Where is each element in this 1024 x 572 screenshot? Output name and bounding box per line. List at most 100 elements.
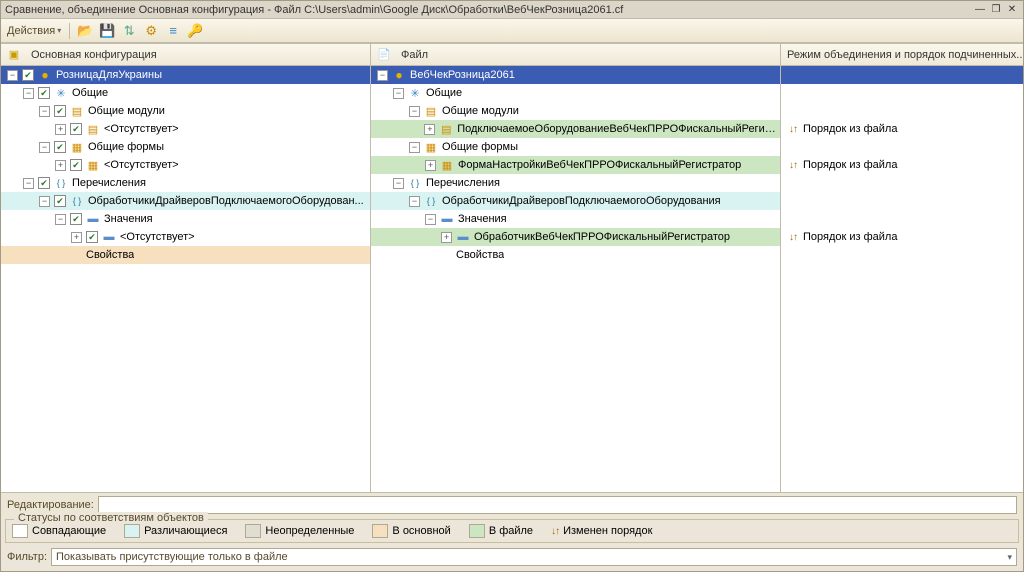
tree-row[interactable]: −ОбработчикиДрайверовПодключаемогоОборуд… bbox=[1, 192, 370, 210]
expand-toggle[interactable]: − bbox=[7, 70, 18, 81]
expand-toggle[interactable]: − bbox=[39, 142, 50, 153]
star-icon bbox=[408, 86, 422, 100]
checkbox[interactable] bbox=[70, 213, 82, 225]
tree-row[interactable]: −Перечисления bbox=[371, 174, 780, 192]
expand-toggle[interactable]: + bbox=[424, 124, 435, 135]
tree-row[interactable]: Свойства bbox=[1, 246, 370, 264]
key-button[interactable]: 🔑 bbox=[186, 22, 204, 40]
tree-row[interactable]: −Общие формы bbox=[1, 138, 370, 156]
checkbox[interactable] bbox=[38, 87, 50, 99]
expand-toggle[interactable]: + bbox=[441, 232, 452, 243]
order-label: Порядок из файла bbox=[803, 231, 897, 243]
tree-row[interactable]: − Перечисления bbox=[1, 174, 370, 192]
tree-row[interactable]: −Общие формы bbox=[371, 138, 780, 156]
compare-merge-window: Сравнение, объединение Основная конфигур… bbox=[0, 0, 1024, 572]
close-button[interactable]: ✕ bbox=[1005, 3, 1019, 17]
expand-toggle[interactable]: − bbox=[393, 178, 404, 189]
expand-toggle[interactable]: − bbox=[39, 106, 50, 117]
order-row[interactable] bbox=[781, 210, 1023, 228]
order-row[interactable] bbox=[781, 138, 1023, 156]
open-folder-button[interactable]: 📂 bbox=[76, 22, 94, 40]
tree-row[interactable]: + <Отсутствует> bbox=[1, 228, 370, 246]
order-row[interactable]: Порядок из файла bbox=[781, 228, 1023, 246]
tree-row[interactable]: +ФормаНастройкиВебЧекПРРОФискальныйРегис… bbox=[371, 156, 780, 174]
left-tree[interactable]: −РозницаДляУкраины−Общие−Общие модули + <О… bbox=[1, 66, 370, 492]
legend-matching: Совпадающие bbox=[12, 524, 106, 538]
tree-row[interactable]: +<Отсутствует> bbox=[1, 120, 370, 138]
tree-row[interactable]: −РозницаДляУкраины bbox=[1, 66, 370, 84]
checkbox[interactable] bbox=[54, 105, 66, 117]
maximize-button[interactable]: ❐ bbox=[989, 3, 1003, 17]
filter-button[interactable]: ≡ bbox=[164, 22, 182, 40]
checkbox[interactable] bbox=[86, 231, 98, 243]
tree-row[interactable]: Свойства bbox=[371, 246, 780, 264]
filter-select[interactable]: Показывать присутствующие только в файле… bbox=[51, 548, 1017, 566]
mode-column-title: Режим объединения и порядок подчиненных.… bbox=[787, 49, 1023, 61]
expand-toggle[interactable]: − bbox=[23, 88, 34, 99]
tree-row[interactable]: + ОбработчикВебЧекПРРОФискальныйРегистрат… bbox=[371, 228, 780, 246]
tree-row[interactable]: −Общие bbox=[1, 84, 370, 102]
expand-toggle[interactable]: + bbox=[55, 160, 66, 171]
node-label: Значения bbox=[458, 213, 507, 225]
right-column-header[interactable]: Файл bbox=[371, 44, 780, 66]
node-label: <Отсутствует> bbox=[104, 159, 179, 171]
tree-row[interactable]: −Общие модули bbox=[371, 102, 780, 120]
checkbox[interactable] bbox=[54, 141, 66, 153]
expand-toggle[interactable]: − bbox=[55, 214, 66, 225]
save-button[interactable]: 💾 bbox=[98, 22, 116, 40]
expand-toggle[interactable]: + bbox=[55, 124, 66, 135]
order-row[interactable] bbox=[781, 174, 1023, 192]
minimize-button[interactable]: — bbox=[973, 3, 987, 17]
order-row[interactable] bbox=[781, 246, 1023, 264]
checkbox[interactable] bbox=[54, 195, 66, 207]
left-column: Основная конфигурация −РозницаДляУкраины… bbox=[1, 44, 371, 492]
order-row[interactable] bbox=[781, 102, 1023, 120]
tree-row[interactable]: −Значения bbox=[1, 210, 370, 228]
edit-input[interactable] bbox=[98, 496, 1017, 514]
order-arrows-icon bbox=[789, 159, 797, 171]
expand-toggle[interactable]: − bbox=[409, 106, 420, 117]
left-column-header[interactable]: Основная конфигурация bbox=[1, 44, 370, 66]
order-row[interactable] bbox=[781, 84, 1023, 102]
left-column-title: Основная конфигурация bbox=[31, 49, 157, 61]
tree-row[interactable]: −Общие bbox=[371, 84, 780, 102]
status-legend: Статусы по соответствиям объектов Совпад… bbox=[5, 519, 1019, 543]
order-row[interactable] bbox=[781, 66, 1023, 84]
checkbox[interactable] bbox=[38, 177, 50, 189]
actions-menu[interactable]: Действия ▾ bbox=[5, 25, 63, 37]
expand-toggle[interactable]: − bbox=[409, 196, 420, 207]
node-label: <Отсутствует> bbox=[120, 231, 195, 243]
mode-column-header[interactable]: Режим объединения и порядок подчиненных.… bbox=[781, 44, 1023, 66]
expand-toggle[interactable]: − bbox=[409, 142, 420, 153]
node-label: Перечисления bbox=[72, 177, 146, 189]
order-row[interactable]: Порядок из файла bbox=[781, 156, 1023, 174]
expand-toggle[interactable]: + bbox=[425, 160, 436, 171]
compare-button[interactable]: ⇅ bbox=[120, 22, 138, 40]
expand-toggle[interactable]: − bbox=[393, 88, 404, 99]
checkbox[interactable] bbox=[22, 69, 34, 81]
mode-tree[interactable]: Порядок из файла Порядок из файла Порядок … bbox=[781, 66, 1023, 492]
node-label: ПодключаемоеОборудованиеВебЧекПРРОФискал… bbox=[457, 123, 776, 135]
tree-row[interactable]: −Общие модули bbox=[1, 102, 370, 120]
expand-toggle[interactable]: + bbox=[71, 232, 82, 243]
brace-icon bbox=[408, 176, 422, 190]
expand-toggle[interactable]: − bbox=[425, 214, 436, 225]
brace-icon bbox=[424, 194, 438, 208]
expand-toggle[interactable]: − bbox=[377, 70, 388, 81]
checkbox[interactable] bbox=[70, 159, 82, 171]
filter-bar: Фильтр: Показывать присутствующие только… bbox=[1, 545, 1023, 571]
tree-row[interactable]: − Значения bbox=[371, 210, 780, 228]
tree-row[interactable]: + <Отсутствует> bbox=[1, 156, 370, 174]
checkbox[interactable] bbox=[70, 123, 82, 135]
form-icon bbox=[440, 158, 454, 172]
right-tree[interactable]: −ВебЧекРозница2061−Общие−Общие модули + По… bbox=[371, 66, 780, 492]
order-row[interactable]: Порядок из файла bbox=[781, 120, 1023, 138]
expand-toggle[interactable]: − bbox=[23, 178, 34, 189]
expand-toggle[interactable]: − bbox=[39, 196, 50, 207]
node-label: ОбработчикВебЧекПРРОФискальныйРегистрато… bbox=[474, 231, 730, 243]
tree-row[interactable]: + ПодключаемоеОборудованиеВебЧекПРРОФиска… bbox=[371, 120, 780, 138]
tree-row[interactable]: −ВебЧекРозница2061 bbox=[371, 66, 780, 84]
order-row[interactable] bbox=[781, 192, 1023, 210]
settings-button[interactable]: ⚙ bbox=[142, 22, 160, 40]
tree-row[interactable]: −ОбработчикиДрайверовПодключаемогоОборуд… bbox=[371, 192, 780, 210]
